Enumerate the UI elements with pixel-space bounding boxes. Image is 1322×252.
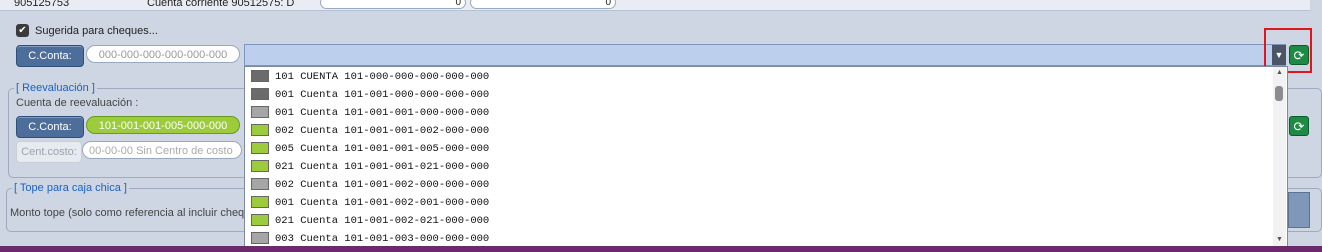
scrollbar-thumb[interactable]	[1275, 86, 1283, 101]
dropdown-item-label: 001 Cuenta 101-001-000-000-000-000	[275, 89, 490, 101]
dropdown-item[interactable]: 101 CUENTA 101-000-000-000-000-000	[251, 68, 489, 86]
refresh-icon[interactable]: ⟳	[1289, 116, 1309, 136]
color-swatch-icon	[251, 124, 269, 137]
amount-field-1[interactable]: 0	[320, 0, 466, 9]
dropdown-item-label: 021 Cuenta 101-001-002-021-000-000	[275, 215, 490, 227]
dropdown-item-label: 021 Cuenta 101-001-001-021-000-000	[275, 161, 490, 173]
dropdown-item-label: 003 Cuenta 101-001-003-000-000-000	[275, 233, 490, 245]
top-account-row: 905125753 Cuenta corriente 90512575: D 0…	[0, 0, 1310, 11]
color-swatch-icon	[251, 106, 269, 119]
cent-costo-input[interactable]: 00-00-00 Sin Centro de costo	[82, 141, 242, 159]
reevaluacion-account-input[interactable]: 101-001-001-005-000-000	[86, 116, 240, 134]
dropdown-item-label: 101 CUENTA 101-000-000-000-000-000	[275, 71, 490, 83]
dropdown-item-label: 002 Cuenta 101-001-002-000-000-000	[275, 179, 490, 191]
reevaluacion-cconta-button[interactable]: C.Conta:	[16, 116, 84, 138]
scroll-up-icon[interactable]: ▲	[1276, 69, 1283, 76]
dropdown-item-label: 001 Cuenta 101-001-001-000-000-000	[275, 107, 490, 119]
dropdown-item[interactable]: 005 Cuenta 101-001-001-005-000-000	[251, 140, 489, 158]
tope-legend: [ Tope para caja chica ]	[12, 182, 129, 194]
dropdown-item-label: 001 Cuenta 101-001-002-001-000-000	[275, 197, 490, 209]
tope-label: Monto tope (solo como referencia al incl…	[10, 207, 245, 219]
scroll-down-icon[interactable]: ▼	[1276, 236, 1283, 243]
color-swatch-icon	[251, 88, 269, 101]
amount-field-2[interactable]: 0	[470, 0, 616, 9]
dropdown-item-label: 002 Cuenta 101-001-001-002-000-000	[275, 125, 490, 137]
check-icon: ✔	[18, 25, 27, 36]
color-swatch-icon	[251, 232, 269, 245]
color-swatch-icon	[251, 214, 269, 227]
dropdown-item[interactable]: 001 Cuenta 101-001-001-000-000-000	[251, 104, 489, 122]
color-swatch-icon	[251, 70, 269, 83]
dropdown-item[interactable]: 021 Cuenta 101-001-001-021-000-000	[251, 158, 489, 176]
dropdown-item[interactable]: 003 Cuenta 101-001-003-000-000-000	[251, 230, 490, 246]
dropdown-item[interactable]: 001 Cuenta 101-001-000-000-000-000	[251, 86, 489, 104]
color-swatch-icon	[251, 196, 269, 209]
account-combobox[interactable]	[244, 44, 1286, 66]
cent-costo-button[interactable]: Cent.costo:	[16, 141, 82, 163]
reevaluacion-legend: [ Reevaluación ]	[14, 82, 97, 94]
account-number: 905125753	[14, 0, 70, 9]
reevaluacion-label: Cuenta de reevaluación :	[16, 97, 139, 109]
tope-side-button[interactable]	[1288, 192, 1310, 228]
account-dropdown-list[interactable]: 101 CUENTA 101-000-000-000-000-000 001 Cu…	[244, 66, 1288, 247]
cconta-input[interactable]: 000-000-000-000-000-000	[86, 45, 240, 63]
color-swatch-icon	[251, 142, 269, 155]
bottom-bar	[0, 246, 1322, 252]
color-swatch-icon	[251, 178, 269, 191]
dropdown-item[interactable]: 002 Cuenta 101-001-002-000-000-000	[251, 176, 489, 194]
sugerida-checkbox[interactable]: ✔	[16, 24, 29, 37]
dropdown-item[interactable]: 021 Cuenta 101-001-002-021-000-000	[251, 212, 489, 230]
dropdown-item[interactable]: 001 Cuenta 101-001-002-001-000-000	[251, 194, 489, 212]
color-swatch-icon	[251, 160, 269, 173]
dropdown-item[interactable]: 002 Cuenta 101-001-001-002-000-000	[251, 122, 489, 140]
sugerida-checkbox-label: Sugerida para cheques...	[35, 25, 158, 37]
account-name: Cuenta corriente 90512575: D	[147, 0, 295, 9]
cconta-button[interactable]: C.Conta:	[16, 45, 84, 67]
dropdown-item-label: 005 Cuenta 101-001-001-005-000-000	[275, 143, 490, 155]
